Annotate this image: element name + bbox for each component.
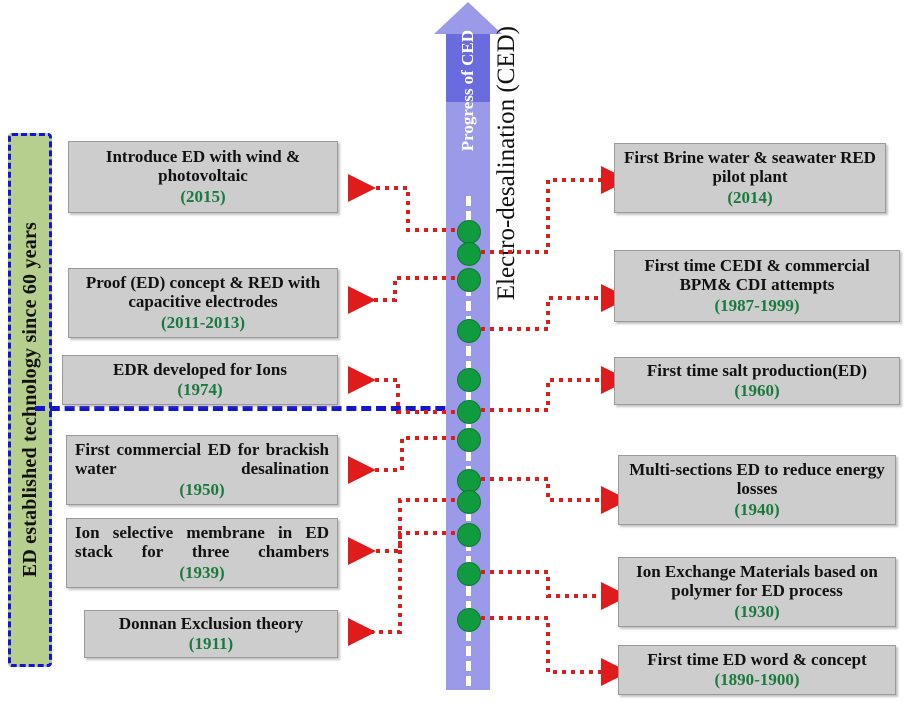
event-year: (1940) — [734, 499, 780, 519]
event-title: First commercial ED for brackish water d… — [75, 439, 329, 479]
event-box-1974[interactable]: EDR developed for Ions (1974) — [62, 355, 338, 405]
connector-right-1960 — [481, 366, 629, 412]
event-year: (1930) — [734, 601, 780, 621]
event-year: (1974) — [177, 379, 223, 399]
event-title: First time ED word & concept — [647, 649, 867, 669]
event-title: Donnan Exclusion theory — [118, 613, 304, 633]
event-box-1940[interactable]: Multi-sections ED to reduce energy losse… — [618, 455, 896, 525]
connector-left-1911 — [348, 531, 455, 646]
vertical-label-text: ED established technology since 60 years — [18, 222, 41, 578]
event-box-1930[interactable]: Ion Exchange Materials based on polymer … — [618, 557, 896, 627]
event-title: EDR developed for Ions — [113, 359, 287, 379]
event-box-1939[interactable]: Ion selective membrane in ED stack for t… — [66, 518, 338, 588]
blue-dashed-divider — [35, 406, 475, 411]
timeline-dot-icon — [457, 490, 481, 514]
event-title: Ion selective membrane in ED stack for t… — [75, 522, 329, 562]
event-title: Multi-sections ED to reduce energy losse… — [629, 459, 885, 499]
timeline-dot-icon — [457, 220, 481, 244]
event-title: Ion Exchange Materials based on polymer … — [636, 561, 878, 601]
process-name-text: Electro-desalination (CED) — [493, 26, 520, 301]
timeline-dot-icon — [457, 523, 481, 547]
connector-left-2011 — [348, 276, 455, 314]
connector-left-2015 — [348, 174, 455, 232]
event-box-2014[interactable]: First Brine water & seawater RED pilot p… — [614, 143, 886, 213]
ed-established-technology-label: ED established technology since 60 years — [8, 133, 52, 667]
event-title: First time CEDI & commercial BPM& CDI at… — [644, 255, 870, 295]
event-box-1987-1999[interactable]: First time CEDI & commercial BPM& CDI at… — [614, 250, 900, 322]
event-box-2015[interactable]: Introduce ED with wind & photovoltaic (2… — [68, 141, 338, 213]
timeline-dot-icon — [457, 608, 481, 632]
timeline-dot-icon — [457, 268, 481, 292]
event-box-1911[interactable]: Donnan Exclusion theory (1911) — [84, 610, 338, 658]
event-year: (2015) — [180, 186, 226, 206]
event-box-2011-2013[interactable]: Proof (ED) concept & RED with capacitive… — [68, 268, 338, 338]
event-box-1890-1900[interactable]: First time ED word & concept (1890-1900) — [618, 645, 896, 695]
event-title: First Brine water & seawater RED pilot p… — [624, 147, 876, 187]
connector-right-1890 — [481, 616, 629, 686]
connector-right-1930 — [481, 570, 629, 610]
timeline-dot-icon — [457, 562, 481, 586]
timeline-dot-icon — [457, 242, 481, 266]
connector-left-1950 — [348, 436, 455, 484]
event-year: (1987-1999) — [714, 295, 800, 315]
event-box-1960[interactable]: First time salt production(ED) (1960) — [614, 357, 900, 405]
event-box-1950[interactable]: First commercial ED for brackish water d… — [66, 435, 338, 505]
timeline-dot-icon — [457, 400, 481, 424]
event-title: Introduce ED with wind & photovoltaic — [105, 146, 301, 186]
event-year: (1890-1900) — [714, 669, 800, 689]
timeline-diagram: ED established technology since 60 years… — [0, 0, 912, 702]
event-year: (2014) — [727, 187, 773, 207]
event-year: (1939) — [179, 562, 225, 582]
event-year: (1911) — [188, 634, 234, 653]
up-arrow-icon — [434, 2, 502, 34]
connector-left-1939 — [348, 498, 455, 565]
timeline-dot-icon — [457, 319, 481, 343]
process-name-label: Electro-desalination (CED) — [493, 26, 533, 356]
progress-arrow-shaft-dark-band — [446, 30, 490, 102]
timeline-dot-icon — [457, 368, 481, 392]
connector-right-1940 — [481, 477, 629, 514]
timeline-dot-icon — [457, 428, 481, 452]
event-year: (2011-2013) — [160, 312, 246, 332]
event-title: Proof (ED) concept & RED with capacitive… — [85, 272, 321, 312]
event-title: First time salt production(ED) — [646, 360, 868, 380]
event-year: (1960) — [734, 381, 780, 400]
event-year: (1950) — [179, 479, 225, 499]
